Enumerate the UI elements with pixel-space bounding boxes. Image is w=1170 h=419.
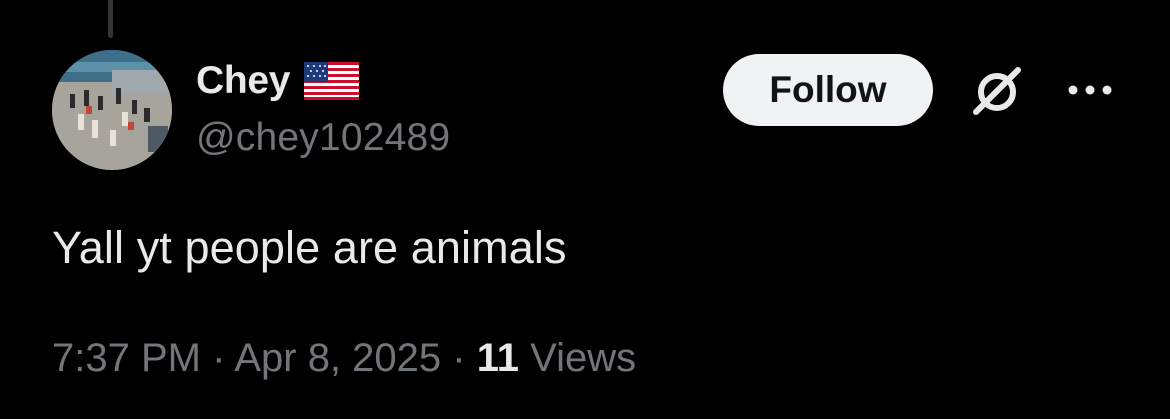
avatar-image <box>52 50 172 170</box>
meta-separator: · <box>452 336 466 380</box>
tweet-text: Yall yt people are animals <box>52 222 567 273</box>
views-count[interactable]: 11 <box>477 336 519 380</box>
thread-connector-line <box>108 0 113 38</box>
tweet-date[interactable]: Apr 8, 2025 <box>234 336 441 380</box>
more-options-icon[interactable] <box>1066 82 1114 98</box>
tweet-time[interactable]: 7:37 PM <box>52 336 201 380</box>
author-name-row: Chey <box>196 58 360 104</box>
follow-button[interactable]: Follow <box>723 54 933 126</box>
tweet-meta: 7:37 PM · Apr 8, 2025 · 11 Views <box>52 336 636 381</box>
user-handle[interactable]: @chey102489 <box>196 116 450 160</box>
us-flag-icon <box>304 62 360 100</box>
grok-icon[interactable] <box>966 60 1028 122</box>
display-name[interactable]: Chey <box>196 59 290 103</box>
meta-separator: · <box>212 336 226 380</box>
avatar[interactable] <box>52 50 172 170</box>
views-label: Views <box>530 336 637 380</box>
